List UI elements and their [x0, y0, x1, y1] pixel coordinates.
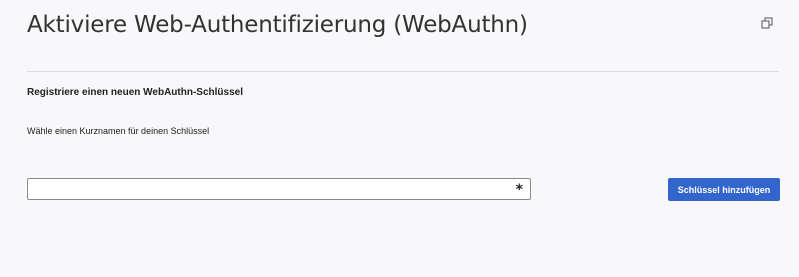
page-title: Aktiviere Web-Authentifizierung (WebAuth… [27, 12, 528, 38]
nickname-label: Wähle einen Kurznamen für deinen Schlüss… [27, 126, 210, 136]
required-marker: * [515, 182, 523, 198]
header-divider [27, 71, 779, 72]
register-key-heading: Registriere einen neuen WebAuthn-Schlüss… [27, 87, 243, 98]
add-key-button[interactable]: Schlüssel hinzufügen [668, 178, 780, 201]
popout-button[interactable] [761, 17, 773, 29]
nickname-input[interactable] [28, 179, 530, 199]
popout-icon [761, 17, 773, 29]
nickname-field: * [27, 178, 531, 200]
